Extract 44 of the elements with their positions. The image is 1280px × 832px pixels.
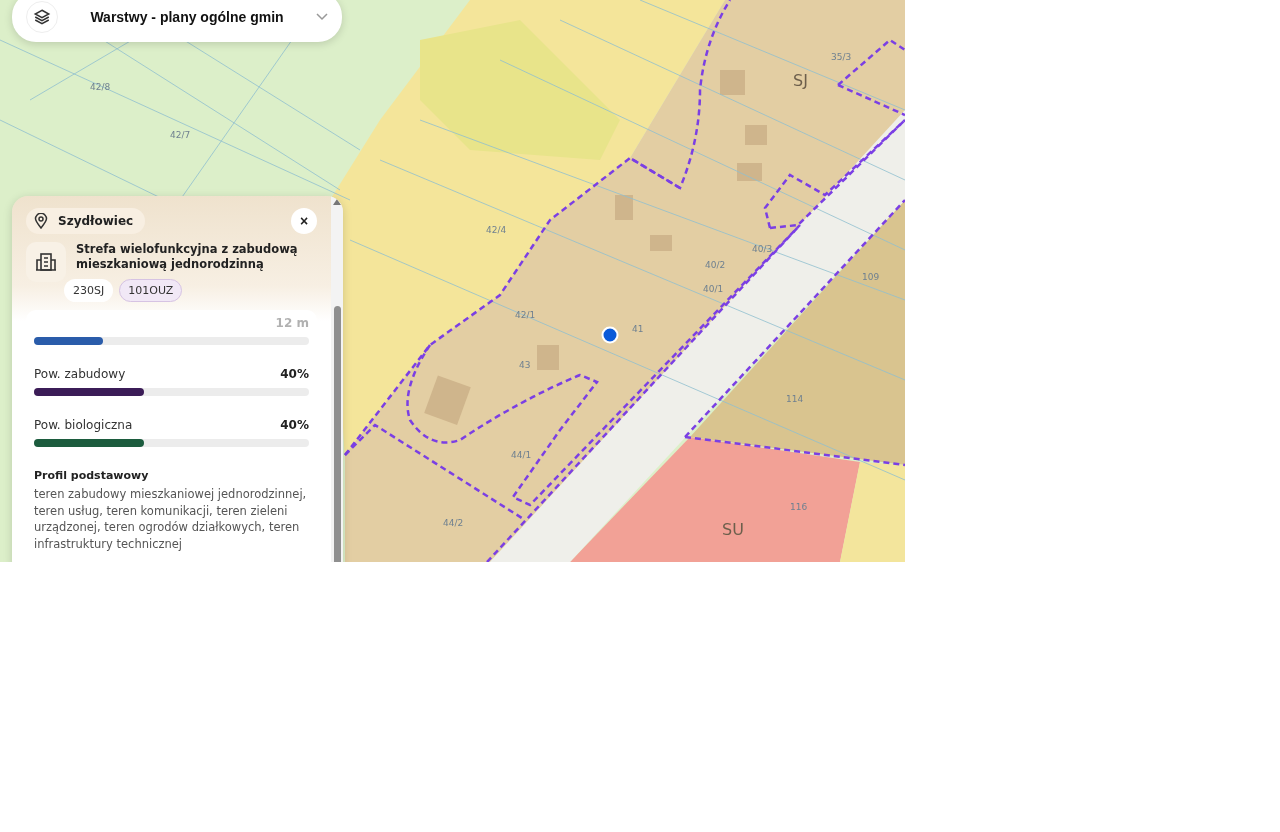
location-dot: [601, 326, 619, 344]
metric-value: 12 m: [275, 316, 309, 330]
scroll-up-icon: [333, 199, 341, 205]
building-footprint: [737, 163, 762, 181]
metric-label: Pow. zabudowy: [34, 367, 126, 381]
building-footprint: [720, 70, 745, 95]
building-footprint: [745, 125, 767, 145]
building-icon: [36, 252, 56, 272]
parcel-label: 44/1: [511, 450, 532, 460]
parcel-label: 40/3: [752, 244, 773, 254]
parcel-label: 42/8: [90, 82, 111, 92]
layers-icon: [33, 8, 51, 26]
parcel-label: 40/1: [703, 284, 724, 294]
location-pin-icon: [34, 213, 48, 229]
zone-title: Strefa wielofunkcyjna z zabudową mieszkaniową jednorodzinną: [76, 242, 299, 272]
profile-title: Profil podstawowy: [34, 469, 150, 482]
parcel-label: 42/4: [486, 225, 507, 235]
layers-dropdown[interactable]: Warstwy - plany ogólne gmin: [12, 0, 342, 42]
location-name: Szydłowiec: [58, 214, 134, 228]
parcel-label: 109: [862, 272, 880, 282]
profile-text: teren zabudowy mieszkaniowej jednorodzinnej, teren usług, teren komunikacji, teren zieleni urządzonej, teren ogrodów działkowych, teren infrastruktury technicznej: [34, 486, 308, 552]
zone-label: SJ: [793, 71, 808, 90]
metric-label: Pow. biologiczna: [34, 418, 133, 432]
building-footprint: [650, 235, 672, 251]
chevron-down-icon: [316, 13, 328, 21]
metric-value: 40%: [280, 418, 309, 432]
scrollbar[interactable]: [331, 196, 343, 562]
zone-label: SU: [722, 520, 744, 539]
parcel-label: 44/2: [443, 518, 464, 528]
layers-title: Warstwy - plany ogólne gmin: [89, 9, 285, 25]
parcel-label: 114: [786, 394, 804, 404]
parcel-label: 42/1: [515, 310, 536, 320]
zone-code-tag[interactable]: 101OUZ: [119, 279, 183, 302]
parcel-label: 35/3: [831, 52, 852, 62]
metric-value: 40%: [280, 367, 309, 381]
parcel-label: 41: [632, 324, 644, 334]
parcel-label: 43: [519, 360, 531, 370]
building-footprint: [537, 345, 559, 370]
parcel-label: 116: [790, 502, 808, 512]
close-button[interactable]: ×: [291, 208, 317, 234]
building-footprint: [615, 195, 633, 220]
parcel-label: 40/2: [705, 260, 726, 270]
parcel-label: 42/7: [170, 130, 191, 140]
zone-code-tag[interactable]: 230SJ: [64, 279, 114, 302]
